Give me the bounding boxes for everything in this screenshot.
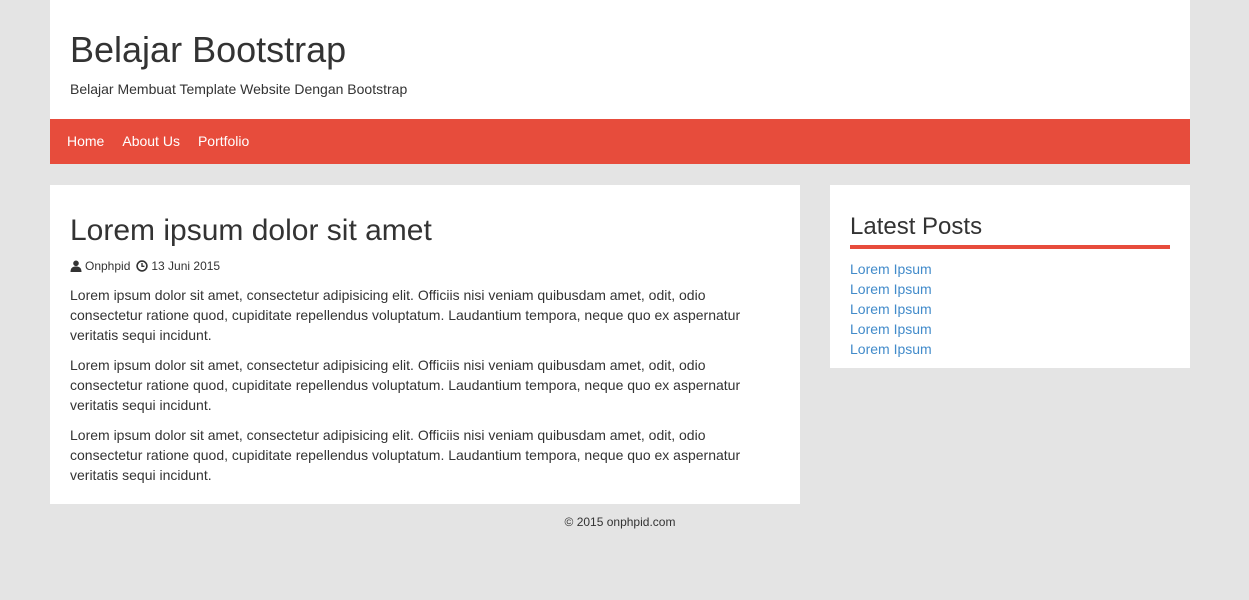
site-title: Belajar Bootstrap [70,29,347,70]
list-item: Lorem Ipsum [850,259,932,279]
post-paragraph: Lorem ipsum dolor sit amet, consectetur … [70,287,741,343]
list-item: Lorem Ipsum [850,339,932,359]
post-paragraph: Lorem ipsum dolor sit amet, consectetur … [70,357,741,413]
copyright-text: © 2015 onphpid.com [564,515,676,529]
nav-about-us[interactable]: About Us [113,119,189,164]
list-item: Lorem Ipsum [850,319,932,339]
nav-home[interactable]: Home [50,119,113,164]
clock-icon [136,260,149,272]
list-item: Lorem Ipsum [850,299,932,319]
post-date: 13 Juni 2015 [151,259,221,273]
site-footer: © 2015 onphpid.com [0,514,1240,530]
latest-post-link[interactable]: Lorem Ipsum [850,321,932,337]
nav-portfolio[interactable]: Portfolio [189,119,258,164]
site-header: Belajar Bootstrap Belajar Membuat Templa… [50,0,1190,119]
list-item: Lorem Ipsum [850,279,932,299]
latest-post-link[interactable]: Lorem Ipsum [850,341,932,357]
user-icon [70,260,82,272]
widget-title: Latest Posts [850,212,1170,249]
site-description: Belajar Membuat Template Website Dengan … [70,81,408,97]
post-meta: Onphpid 13 Juni 2015 [70,258,220,274]
post-body: Lorem ipsum dolor sit amet, consectetur … [70,285,770,495]
latest-post-link[interactable]: Lorem Ipsum [850,261,932,277]
sidebar-widget: Latest Posts Lorem Ipsum Lorem Ipsum Lor… [830,185,1190,368]
main-content: Lorem ipsum dolor sit amet Onphpid 13 Ju… [50,185,800,504]
post-author: Onphpid [85,259,131,273]
post-paragraph: Lorem ipsum dolor sit amet, consectetur … [70,427,741,483]
latest-post-link[interactable]: Lorem Ipsum [850,281,932,297]
main-navbar: Home About Us Portfolio [50,119,1190,164]
post-title: Lorem ipsum dolor sit amet [70,214,432,247]
latest-posts-list: Lorem Ipsum Lorem Ipsum Lorem Ipsum Lore… [850,259,932,359]
latest-post-link[interactable]: Lorem Ipsum [850,301,932,317]
